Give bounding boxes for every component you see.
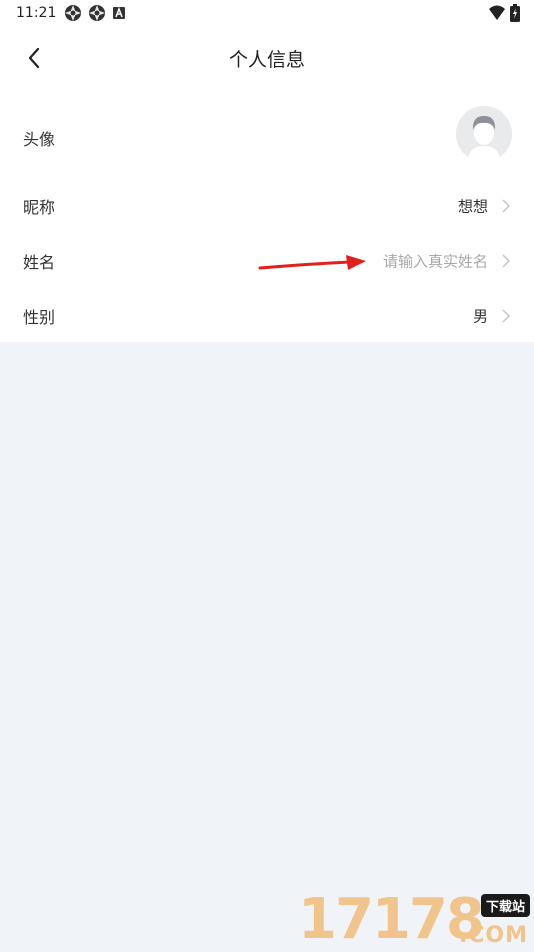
gender-value: 男 [472, 307, 488, 325]
watermark-digits: 17178 [298, 887, 485, 952]
a-badge-icon [112, 6, 126, 20]
default-avatar-icon[interactable] [456, 106, 512, 162]
avatar-row[interactable]: 头像 [0, 98, 534, 178]
aperture-icon [64, 4, 82, 22]
profile-list: 头像 昵称 想想 姓名 请输入真实姓名 性别 男 [0, 98, 534, 343]
aperture-icon [88, 4, 106, 22]
gender-row[interactable]: 性别 男 [0, 288, 534, 343]
page-title: 个人信息 [228, 49, 305, 71]
chevron-right-icon [502, 198, 511, 213]
row-label: 姓名 [23, 252, 56, 272]
status-time: 11:21 [16, 5, 57, 21]
row-label: 性别 [23, 307, 56, 327]
red-arrow-annotation [258, 255, 366, 270]
row-label: 头像 [23, 130, 56, 149]
row-label: 昵称 [23, 197, 56, 217]
chevron-right-icon [502, 308, 511, 323]
nickname-value: 想想 [457, 197, 488, 215]
header: 个人信息 [0, 30, 534, 86]
status-system-icons [488, 4, 520, 26]
chevron-right-icon [502, 253, 511, 268]
status-notifications [64, 4, 126, 22]
wifi-icon [488, 5, 506, 25]
watermark-suffix: .COM [458, 923, 528, 948]
site-watermark: 17178 下载站 .COM [298, 890, 530, 950]
real-name-input[interactable]: 请输入真实姓名 [383, 250, 488, 271]
status-bar: 11:21 [0, 0, 534, 28]
nickname-row[interactable]: 昵称 想想 [0, 178, 534, 233]
battery-charging-icon [510, 4, 520, 26]
watermark-badge: 下载站 [480, 894, 530, 917]
